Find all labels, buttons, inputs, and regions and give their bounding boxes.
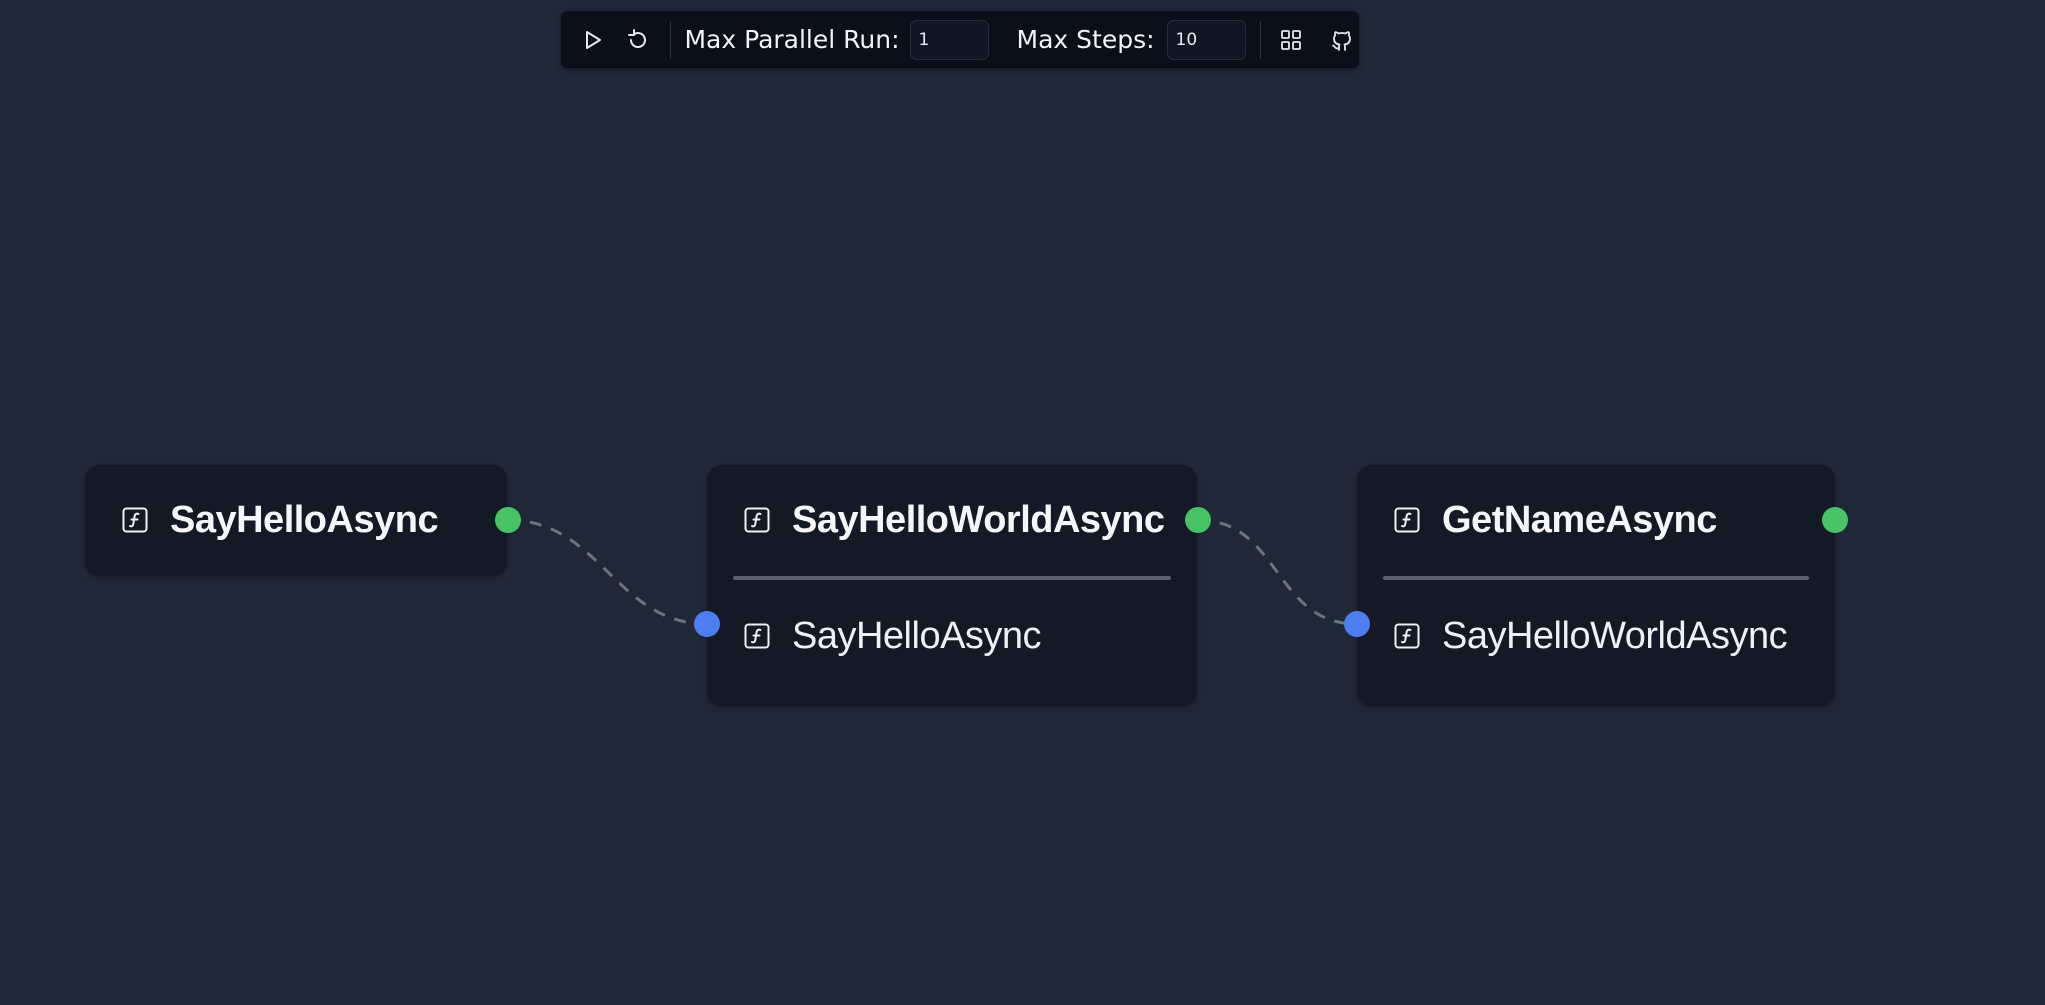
grid-layout-icon (1281, 29, 1302, 50)
dependency-row: SayHelloWorldAsync (1357, 606, 1835, 666)
function-icon (744, 623, 770, 649)
output-handle[interactable] (1822, 507, 1848, 533)
node-header: SayHelloAsync (85, 490, 507, 550)
function-node[interactable]: SayHelloWorldAsync SayHelloAsync (694, 465, 1211, 706)
node-header: GetNameAsync (1357, 490, 1835, 550)
play-icon (585, 30, 601, 49)
node-title: SayHelloAsync (170, 498, 439, 541)
node-title: SayHelloWorldAsync (792, 498, 1165, 541)
reset-icon (627, 28, 646, 48)
node-divider (1383, 576, 1809, 580)
max-parallel-label: Max Parallel Run: (684, 25, 900, 54)
max-parallel-input[interactable] (909, 19, 989, 60)
max-steps-label: Max Steps: (1016, 25, 1155, 54)
function-icon (1394, 623, 1420, 649)
run-button[interactable] (576, 23, 609, 57)
github-icon (1332, 30, 1352, 51)
max-steps-input[interactable] (1166, 19, 1246, 60)
function-icon (744, 507, 770, 533)
node-header: SayHelloWorldAsync (707, 490, 1197, 550)
edge-sayhelloworld-to-getname (1197, 518, 1358, 626)
reset-button[interactable] (621, 23, 654, 57)
toolbar: Max Parallel Run: Max Steps: (561, 11, 1359, 68)
toolbar-divider (669, 20, 671, 59)
dependency-label: SayHelloAsync (792, 614, 1042, 657)
dependency-label: SayHelloWorldAsync (1442, 614, 1788, 657)
input-handle[interactable] (694, 611, 720, 637)
output-handle[interactable] (495, 507, 521, 533)
layout-button[interactable] (1275, 23, 1308, 57)
toolbar-divider (1259, 20, 1261, 59)
function-node[interactable]: SayHelloAsync (85, 465, 521, 576)
node-title: GetNameAsync (1442, 498, 1717, 541)
function-icon (122, 507, 148, 533)
flow-canvas[interactable]: Max Parallel Run: Max Steps: (0, 0, 2045, 1005)
input-handle[interactable] (1344, 611, 1370, 637)
function-node[interactable]: GetNameAsync SayHelloWorldAsync (1344, 465, 1848, 706)
dependency-row: SayHelloAsync (707, 606, 1197, 666)
node-divider (733, 576, 1171, 580)
edge-sayhello-to-sayhelloworld (507, 518, 708, 626)
github-button[interactable] (1326, 23, 1359, 57)
function-icon (1394, 507, 1420, 533)
output-handle[interactable] (1185, 507, 1211, 533)
